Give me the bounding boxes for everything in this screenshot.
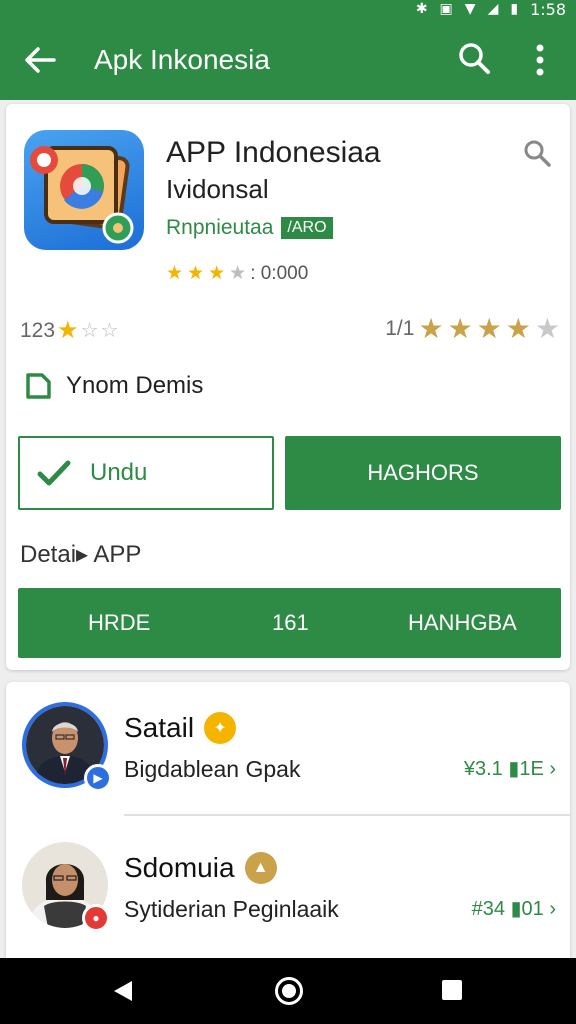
nav-recents-icon[interactable] <box>442 980 462 1000</box>
developer-badge: /ARO <box>281 217 333 239</box>
people-card: ▶ Satail ✦ Bigdablean Gpak ¥3.1 ▮1E › ● … <box>6 682 570 972</box>
app-bar: ✱ ▣ ▼ ◢ ▮ 1:58 Apk Inkonesia <box>0 0 576 100</box>
list-item[interactable]: ● Sdomuia ▲ Sytiderian Peginlaaik #34 ▮0… <box>6 842 570 952</box>
star-icon: ★ <box>208 263 226 284</box>
app-name: APP Indonesiaa <box>166 136 381 169</box>
primary-action-button[interactable]: HAGHORS <box>285 436 561 510</box>
page-title: Apk Inkonesia <box>94 44 270 75</box>
battery-icon: ▮ <box>510 1 519 17</box>
stats-left: 123 ★ ☆ ☆ <box>20 316 118 345</box>
check-icon <box>37 460 71 486</box>
signal-icon: ◢ <box>487 1 499 17</box>
star-icon: ★ <box>229 263 247 284</box>
search-icon[interactable] <box>522 138 552 168</box>
install-outline-button[interactable]: Undu <box>18 436 274 510</box>
person-name: Satail <box>124 712 195 743</box>
install-outline-label: Undu <box>90 459 148 486</box>
list-item[interactable]: ▶ Satail ✦ Bigdablean Gpak ¥3.1 ▮1E › <box>6 702 570 812</box>
star-icon: ★ <box>505 313 531 344</box>
divider <box>124 814 570 816</box>
app-logo-icon <box>30 146 134 244</box>
star-icon: ★ <box>187 263 205 284</box>
star-icon: ★ <box>534 313 560 344</box>
bar-right-label[interactable]: HANHGBA <box>408 610 517 636</box>
star-icon: ★ <box>447 313 473 344</box>
details-heading: Detai▸ APP <box>20 541 142 568</box>
badge-icon: ▲ <box>244 852 277 884</box>
nav-home-icon[interactable] <box>275 977 303 1005</box>
person-subtitle: Sytiderian Peginlaaik <box>124 896 339 922</box>
person-name-row: Sdomuia ▲ <box>124 852 277 884</box>
badge-icon: ✦ <box>204 712 237 744</box>
app-subtitle: Ividonsal <box>166 174 269 204</box>
more-vert-icon[interactable] <box>528 40 552 80</box>
stats-right-value: 1/1 <box>385 316 415 340</box>
developer-name[interactable]: Rnpnieutaa <box>166 216 273 240</box>
person-name: Sdomuia <box>124 852 235 883</box>
app-details-card: APP Indonesiaa Ividonsal Rnpnieutaa /ARO… <box>6 104 570 670</box>
status-bar: ✱ ▣ ▼ ◢ ▮ 1:58 <box>415 0 566 19</box>
star-icon: ★ <box>166 263 184 284</box>
nav-back-icon[interactable] <box>110 978 136 1004</box>
wifi-icon: ▼ <box>464 1 476 17</box>
bluetooth-icon: ✱ <box>415 1 428 17</box>
bar-mid-label[interactable]: 161 <box>272 610 309 636</box>
stats-row: 123 ★ ☆ ☆ 1/1 ★ ★ ★ ★ ★ <box>20 312 560 348</box>
document-icon <box>26 373 51 399</box>
feature-row: Ynom Demis <box>24 372 203 400</box>
star-icon: ★ <box>418 313 444 344</box>
feature-label: Ynom Demis <box>66 372 204 399</box>
rating-count: : 0:000 <box>250 262 309 284</box>
nfc-icon: ▣ <box>439 1 453 17</box>
record-badge-icon: ● <box>82 904 110 932</box>
bar-left-label[interactable]: HRDE <box>88 610 150 636</box>
primary-action-label: HAGHORS <box>367 460 479 485</box>
star-icon: ★ <box>57 317 79 344</box>
star-outline-icon: ☆ <box>80 320 99 342</box>
search-icon[interactable] <box>456 40 492 76</box>
rating-summary: ★ ★ ★ ★ : 0:000 <box>166 262 308 285</box>
status-time: 1:58 <box>530 0 566 19</box>
system-nav-bar <box>0 958 576 1024</box>
person-subtitle: Bigdablean Gpak <box>124 756 301 782</box>
person-name-row: Satail ✦ <box>124 712 237 744</box>
person-stat[interactable]: ¥3.1 ▮1E › <box>464 756 556 781</box>
back-arrow-icon[interactable] <box>20 40 60 80</box>
star-icon: ★ <box>476 313 502 344</box>
stats-left-value: 123 <box>20 318 56 342</box>
details-action-bar[interactable]: HRDE 161 HANHGBA <box>18 588 561 658</box>
person-stat[interactable]: #34 ▮01 › <box>472 896 556 921</box>
star-outline-icon: ☆ <box>100 320 119 342</box>
stats-right: 1/1 ★ ★ ★ ★ ★ <box>385 312 560 345</box>
developer-row[interactable]: Rnpnieutaa /ARO <box>166 216 333 240</box>
play-badge-icon: ▶ <box>84 764 112 792</box>
app-icon <box>24 130 144 250</box>
